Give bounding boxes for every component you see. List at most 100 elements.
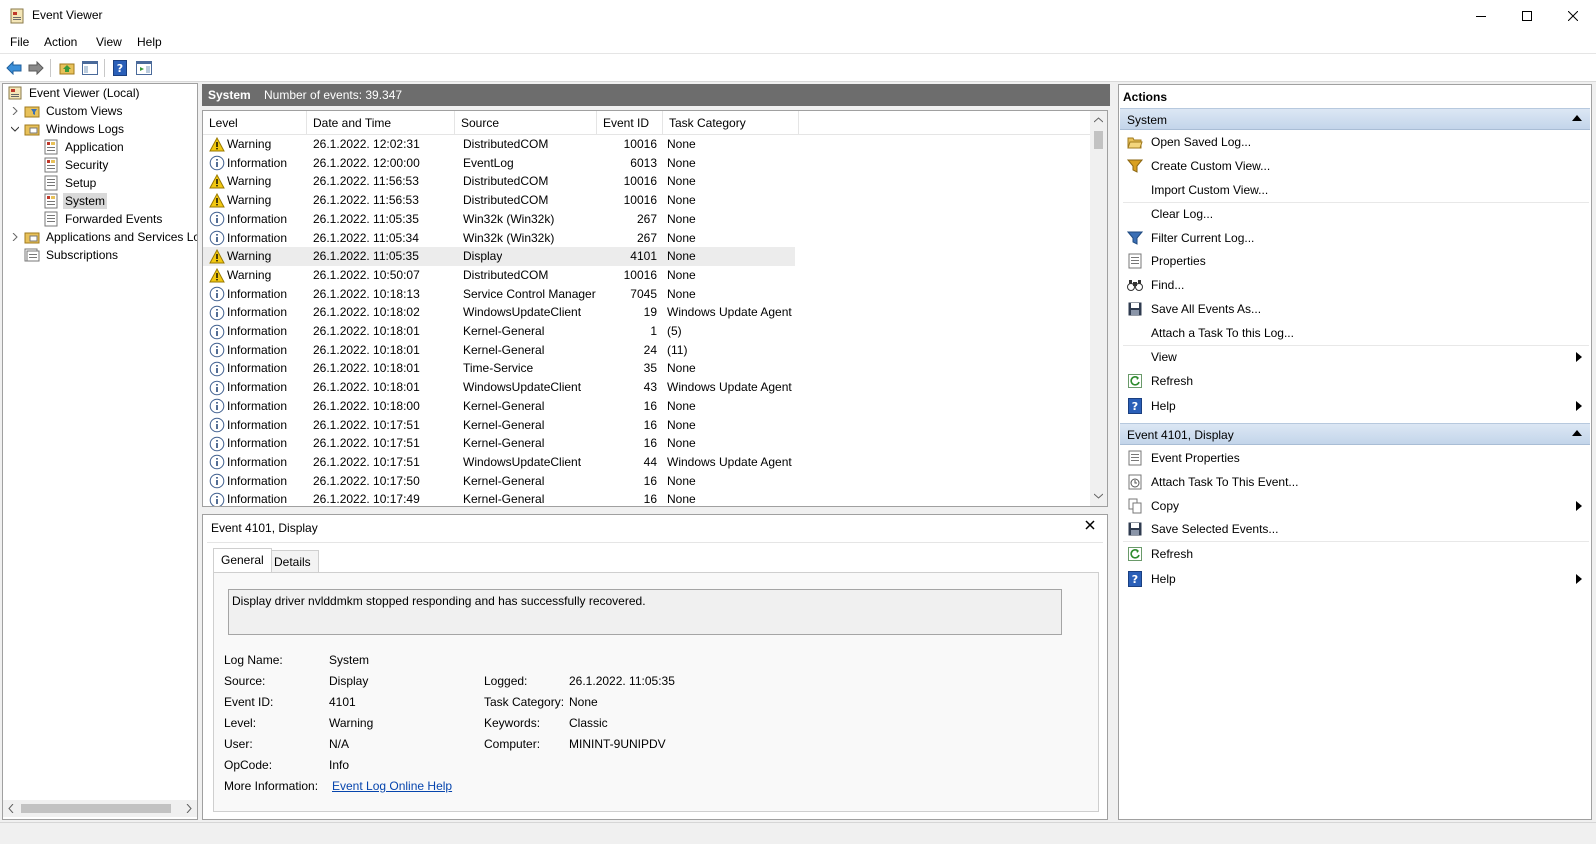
level-cell: Information — [209, 378, 287, 397]
datetime-cell: 26.1.2022. 10:18:01 — [313, 324, 420, 338]
tree-item-security[interactable]: Security — [43, 156, 110, 174]
help-toolbar-button[interactable]: ? — [110, 58, 130, 78]
action-clear-log[interactable]: Clear Log... — [1120, 203, 1590, 225]
menu-action[interactable]: Action — [44, 35, 77, 49]
submenu-arrow-icon — [1576, 501, 1582, 511]
action-create-custom-view[interactable]: Create Custom View... — [1120, 155, 1590, 177]
table-row[interactable]: Information 26.1.2022. 11:05:35 Win32k (Wi… — [203, 210, 795, 229]
collapse-up-icon[interactable] — [1572, 115, 1582, 121]
tree-item-application[interactable]: Application — [43, 138, 126, 156]
event-description[interactable]: Display driver nvlddmkm stopped respondi… — [228, 589, 1062, 635]
tree-item-system[interactable]: System — [43, 192, 108, 210]
table-vertical-scrollbar[interactable] — [1090, 111, 1107, 506]
table-row[interactable]: Warning 26.1.2022. 11:56:53 DistributedCOM… — [203, 191, 795, 210]
back-button[interactable] — [4, 58, 24, 78]
tree-item-applications-and-services[interactable]: Applications and Services Lo — [9, 228, 197, 246]
table-row[interactable]: Information 26.1.2022. 10:18:00 Kernel-Gen… — [203, 397, 795, 416]
tab-details[interactable]: Details — [266, 550, 319, 572]
scroll-right-icon[interactable] — [186, 804, 192, 813]
action-refresh[interactable]: Refresh — [1120, 370, 1590, 392]
action-filter-current-log[interactable]: Filter Current Log... — [1120, 227, 1590, 249]
forward-button[interactable] — [26, 58, 46, 78]
actions-section-system[interactable]: System — [1120, 108, 1590, 130]
column-source[interactable]: Source — [455, 111, 597, 135]
collapse-up-icon[interactable] — [1572, 430, 1582, 436]
table-row[interactable]: Information 26.1.2022. 10:18:13 Service Co… — [203, 285, 795, 304]
action-import-custom-view[interactable]: Import Custom View... — [1120, 179, 1590, 201]
action-properties[interactable]: Properties — [1120, 250, 1590, 272]
level-text: Information — [227, 380, 288, 395]
tab-general[interactable]: General — [213, 548, 272, 572]
table-row[interactable]: Information 26.1.2022. 10:17:51 Kernel-Gen… — [203, 416, 795, 435]
level-cell: Information — [209, 229, 287, 248]
chevron-right-icon[interactable] — [9, 105, 21, 117]
level-cell: Warning — [209, 247, 271, 266]
show-hide-tree-button[interactable] — [80, 58, 100, 78]
action-event-properties[interactable]: Event Properties — [1120, 447, 1590, 469]
action-help[interactable]: ? Help — [1120, 395, 1590, 417]
action-help-event[interactable]: ? Help — [1120, 568, 1590, 590]
source-cell: WindowsUpdateClient — [463, 305, 582, 320]
table-row[interactable]: Information 26.1.2022. 10:17:49 Kernel-Gen… — [203, 490, 795, 506]
action-find[interactable]: Find... — [1120, 274, 1590, 296]
scroll-up-icon[interactable] — [1094, 117, 1103, 123]
action-attach-task-to-log[interactable]: Attach a Task To this Log... — [1120, 322, 1590, 344]
action-attach-task-to-event[interactable]: Attach Task To This Event... — [1120, 471, 1590, 493]
column-event-id[interactable]: Event ID — [597, 111, 663, 135]
table-row[interactable]: Warning 26.1.2022. 11:05:35 Display 4101 Non… — [203, 247, 795, 267]
table-row[interactable]: Warning 26.1.2022. 11:56:53 DistributedCOM… — [203, 172, 795, 191]
scrollbar-thumb[interactable] — [1094, 131, 1103, 149]
table-row[interactable]: Warning 26.1.2022. 10:50:07 DistributedCOM… — [203, 266, 795, 285]
menu-view[interactable]: View — [96, 35, 122, 49]
tree-horizontal-scrollbar[interactable] — [3, 800, 197, 817]
source-cell: Service Control Manager — [463, 286, 596, 301]
action-open-saved-log[interactable]: Open Saved Log... — [1120, 131, 1590, 153]
table-row[interactable]: Information 26.1.2022. 10:18:01 Kernel-Gen… — [203, 322, 795, 341]
table-row[interactable]: Information 26.1.2022. 12:00:00 EventLog 60… — [203, 154, 795, 173]
scroll-left-icon[interactable] — [8, 804, 14, 813]
up-folder-button[interactable] — [57, 58, 77, 78]
column-task-category[interactable]: Task Category — [663, 111, 799, 135]
tree-item-custom-views[interactable]: Custom Views — [9, 102, 124, 120]
action-save-all-events-as[interactable]: Save All Events As... — [1120, 298, 1590, 320]
table-row[interactable]: Information 26.1.2022. 10:17:51 WindowsUpd… — [203, 453, 795, 472]
show-hide-action-pane-button[interactable] — [134, 58, 154, 78]
scrollbar-thumb[interactable] — [21, 804, 171, 813]
information-icon — [209, 342, 225, 358]
action-save-selected-events[interactable]: Save Selected Events... — [1120, 518, 1590, 540]
menu-file[interactable]: File — [10, 35, 29, 49]
tree-item-windows-logs[interactable]: Windows Logs — [9, 120, 126, 138]
table-row[interactable]: Information 26.1.2022. 10:18:01 Time-Servi… — [203, 359, 795, 378]
column-level[interactable]: Level — [203, 111, 307, 135]
action-view[interactable]: View — [1120, 346, 1590, 368]
actions-section-event[interactable]: Event 4101, Display — [1120, 423, 1590, 445]
table-row[interactable]: Information 26.1.2022. 10:18:02 WindowsUpd… — [203, 303, 795, 322]
tree-item-setup[interactable]: Setup — [43, 174, 98, 192]
source-cell: Win32k (Win32k) — [463, 230, 555, 245]
binoculars-icon — [1127, 277, 1143, 293]
action-pane-icon — [136, 61, 152, 75]
minimize-button[interactable] — [1458, 0, 1504, 32]
detail-close-button[interactable] — [1085, 519, 1095, 533]
chevron-down-icon[interactable] — [9, 123, 21, 135]
table-row[interactable]: Information 26.1.2022. 10:17:50 Kernel-Gen… — [203, 472, 795, 491]
table-row[interactable]: Information 26.1.2022. 10:17:51 Kernel-Gen… — [203, 434, 795, 453]
chevron-right-icon[interactable] — [9, 231, 21, 243]
column-date-time[interactable]: Date and Time — [307, 111, 455, 135]
table-row[interactable]: Information 26.1.2022. 10:18:01 Kernel-Gen… — [203, 341, 795, 360]
tree-item-forwarded-events[interactable]: Forwarded Events — [43, 210, 164, 228]
tree-item-subscriptions[interactable]: Subscriptions — [24, 246, 120, 264]
menu-help[interactable]: Help — [137, 35, 162, 49]
action-refresh-event[interactable]: Refresh — [1120, 543, 1590, 565]
maximize-button[interactable] — [1504, 0, 1550, 32]
close-window-button[interactable] — [1550, 0, 1596, 32]
table-row[interactable]: Information 26.1.2022. 10:18:01 WindowsUpd… — [203, 378, 795, 397]
event-id-cell: 16 — [643, 436, 657, 451]
table-row[interactable]: Warning 26.1.2022. 12:02:31 DistributedCOM… — [203, 135, 795, 154]
scroll-down-icon[interactable] — [1094, 493, 1103, 499]
event-log-online-help-link[interactable]: Event Log Online Help — [332, 779, 452, 793]
tree-item-root[interactable]: Event Viewer (Local) — [7, 84, 142, 102]
table-row[interactable]: Information 26.1.2022. 11:05:34 Win32k (Wi… — [203, 229, 795, 248]
opcode-value: Info — [329, 758, 350, 772]
action-copy[interactable]: Copy — [1120, 495, 1590, 517]
